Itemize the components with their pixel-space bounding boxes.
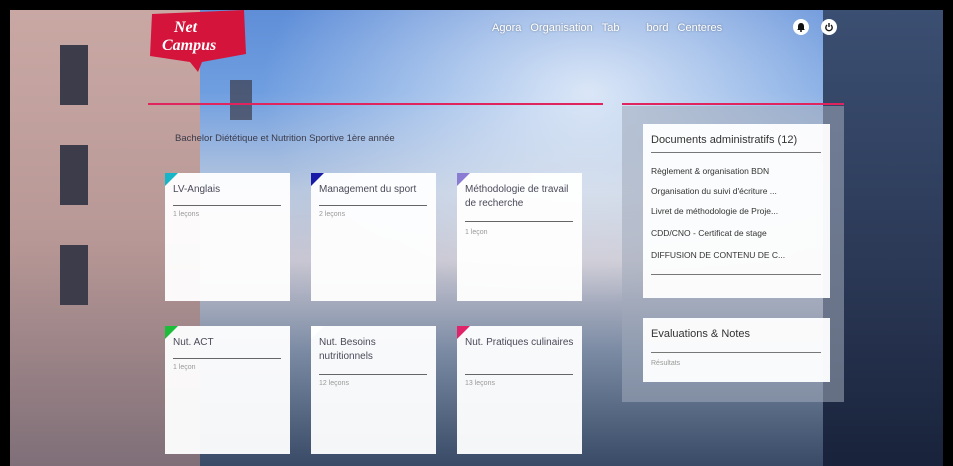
card-subtitle: 1 leçons <box>173 211 200 218</box>
document-link[interactable]: Organisation du suivi d'écriture ... <box>651 186 823 196</box>
documents-bottom-divider <box>651 274 821 275</box>
background-window <box>60 245 88 305</box>
document-link[interactable]: Règlement & organisation BDN <box>651 166 823 176</box>
net-campus-logo[interactable]: Net Campus <box>146 10 252 72</box>
documents-header: Documents administratifs (12) <box>651 134 798 146</box>
card-title: Management du sport <box>319 184 417 195</box>
divider-line-right <box>622 103 844 105</box>
card-subtitle: 12 leçons <box>319 380 349 387</box>
card-title: Nut. Pratiques culinaires <box>465 337 574 348</box>
logo-line2: Campus <box>162 37 216 54</box>
course-card[interactable]: LV-Anglais 1 leçons <box>165 173 290 301</box>
nav-item-tab[interactable]: Tab <box>602 22 620 34</box>
card-divider <box>465 374 573 375</box>
course-card[interactable]: Nut. Pratiques culinaires 13 leçons <box>457 326 582 454</box>
evaluations-subtitle: Résultats <box>651 360 681 367</box>
evaluations-header: Evaluations & Notes <box>651 328 751 340</box>
app-stage: Net Campus Agora Organisation Tab bord C… <box>0 0 953 466</box>
background-window <box>60 145 88 205</box>
documents-divider <box>651 152 821 153</box>
background-window <box>60 45 88 105</box>
documents-box: Documents administratifs (12) Règlement … <box>643 124 830 298</box>
card-divider <box>173 205 281 206</box>
nav-item-agora[interactable]: Agora <box>492 22 521 34</box>
nav-item-organisation[interactable]: Organisation <box>530 22 592 34</box>
card-divider <box>319 205 427 206</box>
nav-item-centeres[interactable]: Centeres <box>678 22 723 34</box>
course-card[interactable]: Nut. ACT 1 leçon <box>165 326 290 454</box>
document-link[interactable]: DIFFUSION DE CONTENU DE C... <box>651 250 823 260</box>
document-link[interactable]: CDD/CNO - Certificat de stage <box>651 228 823 238</box>
card-divider <box>465 221 573 222</box>
nav-item-bord[interactable]: bord <box>646 22 668 34</box>
card-title: Nut. Besoins nutritionnels <box>319 337 376 362</box>
logo-line1: Net <box>173 19 198 36</box>
evaluations-divider <box>651 352 821 353</box>
course-card[interactable]: Nut. Besoins nutritionnels 12 leçons <box>311 326 436 454</box>
course-card[interactable]: Méthodologie de travail de recherche 1 l… <box>457 173 582 301</box>
card-subtitle: 2 leçons <box>319 211 346 218</box>
course-card[interactable]: Management du sport 2 leçons <box>311 173 436 301</box>
evaluations-box[interactable]: Evaluations & Notes Résultats <box>643 318 830 382</box>
bell-icon[interactable] <box>793 19 809 35</box>
card-subtitle: 1 leçon <box>465 229 488 236</box>
power-icon[interactable] <box>821 19 837 35</box>
background-window <box>230 80 252 120</box>
card-divider <box>319 374 427 375</box>
card-title: Nut. ACT <box>173 337 214 348</box>
card-title: Méthodologie de travail de recherche <box>465 184 569 209</box>
card-subtitle: 13 leçons <box>465 380 495 387</box>
course-title: Bachelor Diététique et Nutrition Sportiv… <box>175 133 395 144</box>
divider-line-left <box>148 103 603 105</box>
card-divider <box>173 358 281 359</box>
top-nav: Agora Organisation Tab bord Centeres <box>492 22 722 34</box>
document-link[interactable]: Livret de méthodologie de Proje... <box>651 206 823 216</box>
card-subtitle: 1 leçon <box>173 364 196 371</box>
nav-icons <box>793 19 837 35</box>
card-title: LV-Anglais <box>173 184 221 195</box>
